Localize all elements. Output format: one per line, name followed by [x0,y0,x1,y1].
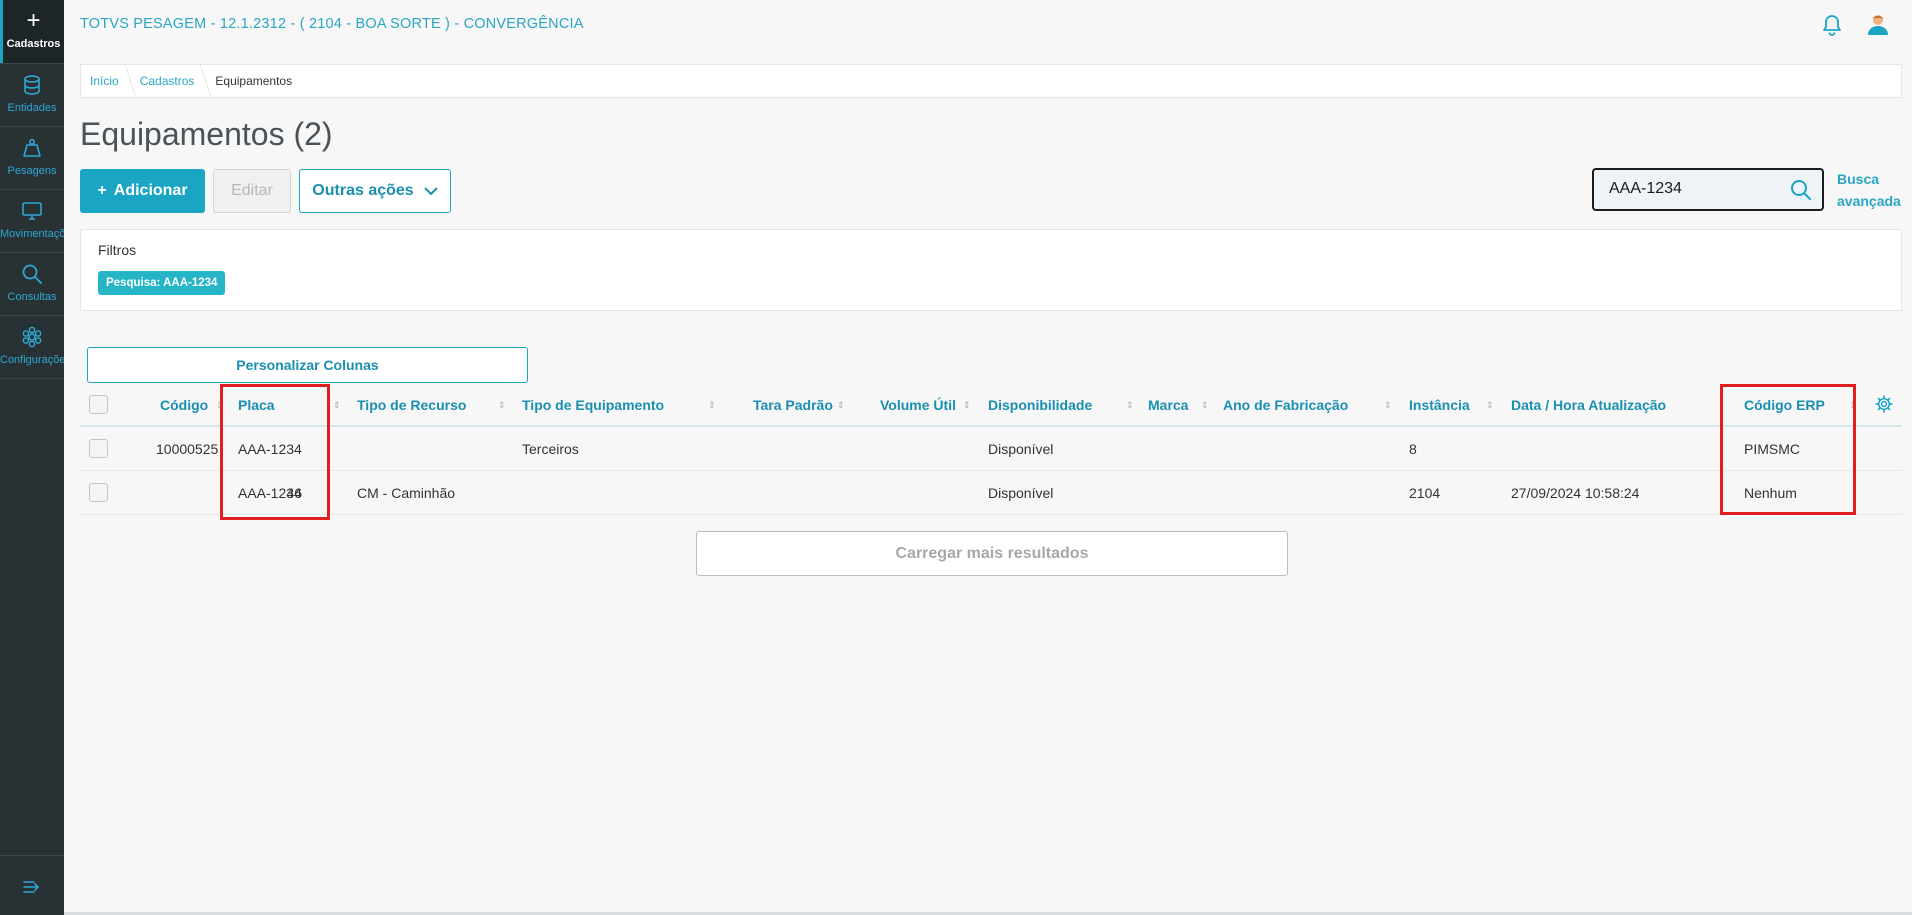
sidebar-item-label: Movimentações [0,228,64,240]
plus-icon: + [26,7,41,34]
column-header-marca[interactable]: Marca [1148,383,1188,427]
page-title: Equipamentos (2) [80,116,333,152]
sidebar-item-label: Cadastros [6,38,61,50]
sidebar-divider [0,378,64,379]
column-header-ano-fabricacao[interactable]: Ano de Fabricação [1223,383,1348,427]
add-button-label: Adicionar [113,182,188,199]
sidebar-item-label: Pesagens [7,165,57,177]
sidebar-item-cadastros[interactable]: + Cadastros [0,0,64,63]
sort-icon[interactable]: ⇕ [963,383,971,427]
column-header-disponibilidade[interactable]: Disponibilidade [988,383,1092,427]
sort-icon[interactable]: ⇕ [1384,383,1392,427]
equipment-table: Código ⇕ Placa ⇕ Tipo de Recurso ⇕ Tipo … [80,383,1902,515]
customize-columns-button[interactable]: Personalizar Colunas [87,347,528,383]
advanced-search-line2: avançada [1837,193,1901,209]
filters-panel: Filtros Pesquisa: AAA-1234 [80,229,1902,311]
bell-icon[interactable] [1822,14,1842,36]
sort-icon[interactable]: ⇕ [333,383,341,427]
sidebar-item-consultas[interactable]: Consultas [0,253,64,316]
filter-chip[interactable]: Pesquisa: AAA-1234 [98,271,226,295]
monitor-icon [22,202,42,220]
column-header-tipo-recurso[interactable]: Tipo de Recurso [357,383,466,427]
cell-tipo-recurso: CM - Caminhão [357,485,456,501]
breadcrumb-cadastros[interactable]: Cadastros [131,65,207,97]
add-button[interactable]: + Adicionar [80,169,205,213]
cell-tipo-equipamento: Terceiros [522,441,579,457]
breadcrumb: Início Cadastros Equipamentos [80,64,1902,98]
sidebar-item-configuracoes[interactable]: Configurações [0,316,64,379]
sort-icon[interactable]: ⇕ [1201,383,1209,427]
breadcrumb-equipamentos: Equipamentos [215,74,293,88]
cell-instancia: 8 [1409,441,1417,457]
database-icon [24,75,40,95]
sidebar-item-movimentacoes[interactable]: Movimentações [0,190,64,253]
search-field [1592,168,1824,211]
gear-icon[interactable] [1875,395,1893,413]
edit-button[interactable]: Editar [213,169,291,213]
highlight-box-placa [220,384,330,520]
other-actions-label: Outras ações [312,182,414,199]
column-header-tipo-equipamento[interactable]: Tipo de Equipamento [522,383,664,427]
cell-instancia: 2104 [1409,485,1441,501]
advanced-search-link[interactable]: Busca avançada [1837,168,1901,212]
chevron-down-icon [423,186,438,195]
plus-icon: + [97,182,107,199]
sidebar-item-label: Consultas [7,291,57,303]
sort-icon[interactable]: ⇕ [1126,383,1134,427]
row-checkbox[interactable] [89,483,108,502]
load-more-button[interactable]: Carregar mais resultados [696,531,1288,576]
sidebar-item-entidades[interactable]: Entidades [0,64,64,127]
advanced-search-line1: Busca [1837,171,1880,187]
highlight-box-codigo-erp [1720,384,1856,515]
sort-icon[interactable]: ⇕ [708,383,716,427]
avatar[interactable] [1866,12,1890,36]
row-checkbox[interactable] [89,439,108,458]
column-header-instancia[interactable]: Instância [1409,383,1470,427]
collapse-menu-icon [23,880,39,893]
sort-icon[interactable]: ⇕ [837,383,845,427]
cell-data-hora: 27/09/2024 10:58:24 [1511,485,1640,501]
weight-icon [23,138,41,157]
column-header-codigo[interactable]: Código [160,383,208,427]
sidebar-item-pesagens[interactable]: Pesagens [0,127,64,190]
select-all-checkbox[interactable] [89,395,108,414]
sort-icon[interactable]: ⇕ [498,383,506,427]
search-icon [22,264,42,284]
sidebar: + Cadastros Entidades Pesagens Movimenta… [0,0,64,915]
sort-icon[interactable]: ⇕ [1486,383,1494,427]
search-icon[interactable] [1790,179,1812,201]
sidebar-item-label: Entidades [7,102,57,114]
gear-icon [22,326,42,348]
other-actions-button[interactable]: Outras ações [299,169,451,213]
cell-disponibilidade: Disponível [988,441,1054,457]
sidebar-item-label: Configurações [0,354,64,366]
cell-disponibilidade: Disponível [988,485,1054,501]
column-header-volume-util[interactable]: Volume Útil [880,383,956,427]
table-row[interactable]: 10000525 AAA-1234 Terceiros Disponível 8… [80,427,1902,471]
filters-title: Filtros [98,242,137,258]
column-header-tara-padrao[interactable]: Tara Padrão [753,383,833,427]
app-title: TOTVS PESAGEM - 12.1.2312 - ( 2104 - BOA… [80,16,584,32]
table-row[interactable]: 46 AAA-1234 CM - Caminhão Disponível 210… [80,471,1902,515]
table-header: Código ⇕ Placa ⇕ Tipo de Recurso ⇕ Tipo … [80,383,1902,427]
search-input[interactable] [1609,180,1779,198]
breadcrumb-inicio[interactable]: Início [81,65,131,97]
column-header-data-hora[interactable]: Data / Hora Atualização [1511,383,1666,427]
collapse-menu-button[interactable] [0,855,64,915]
